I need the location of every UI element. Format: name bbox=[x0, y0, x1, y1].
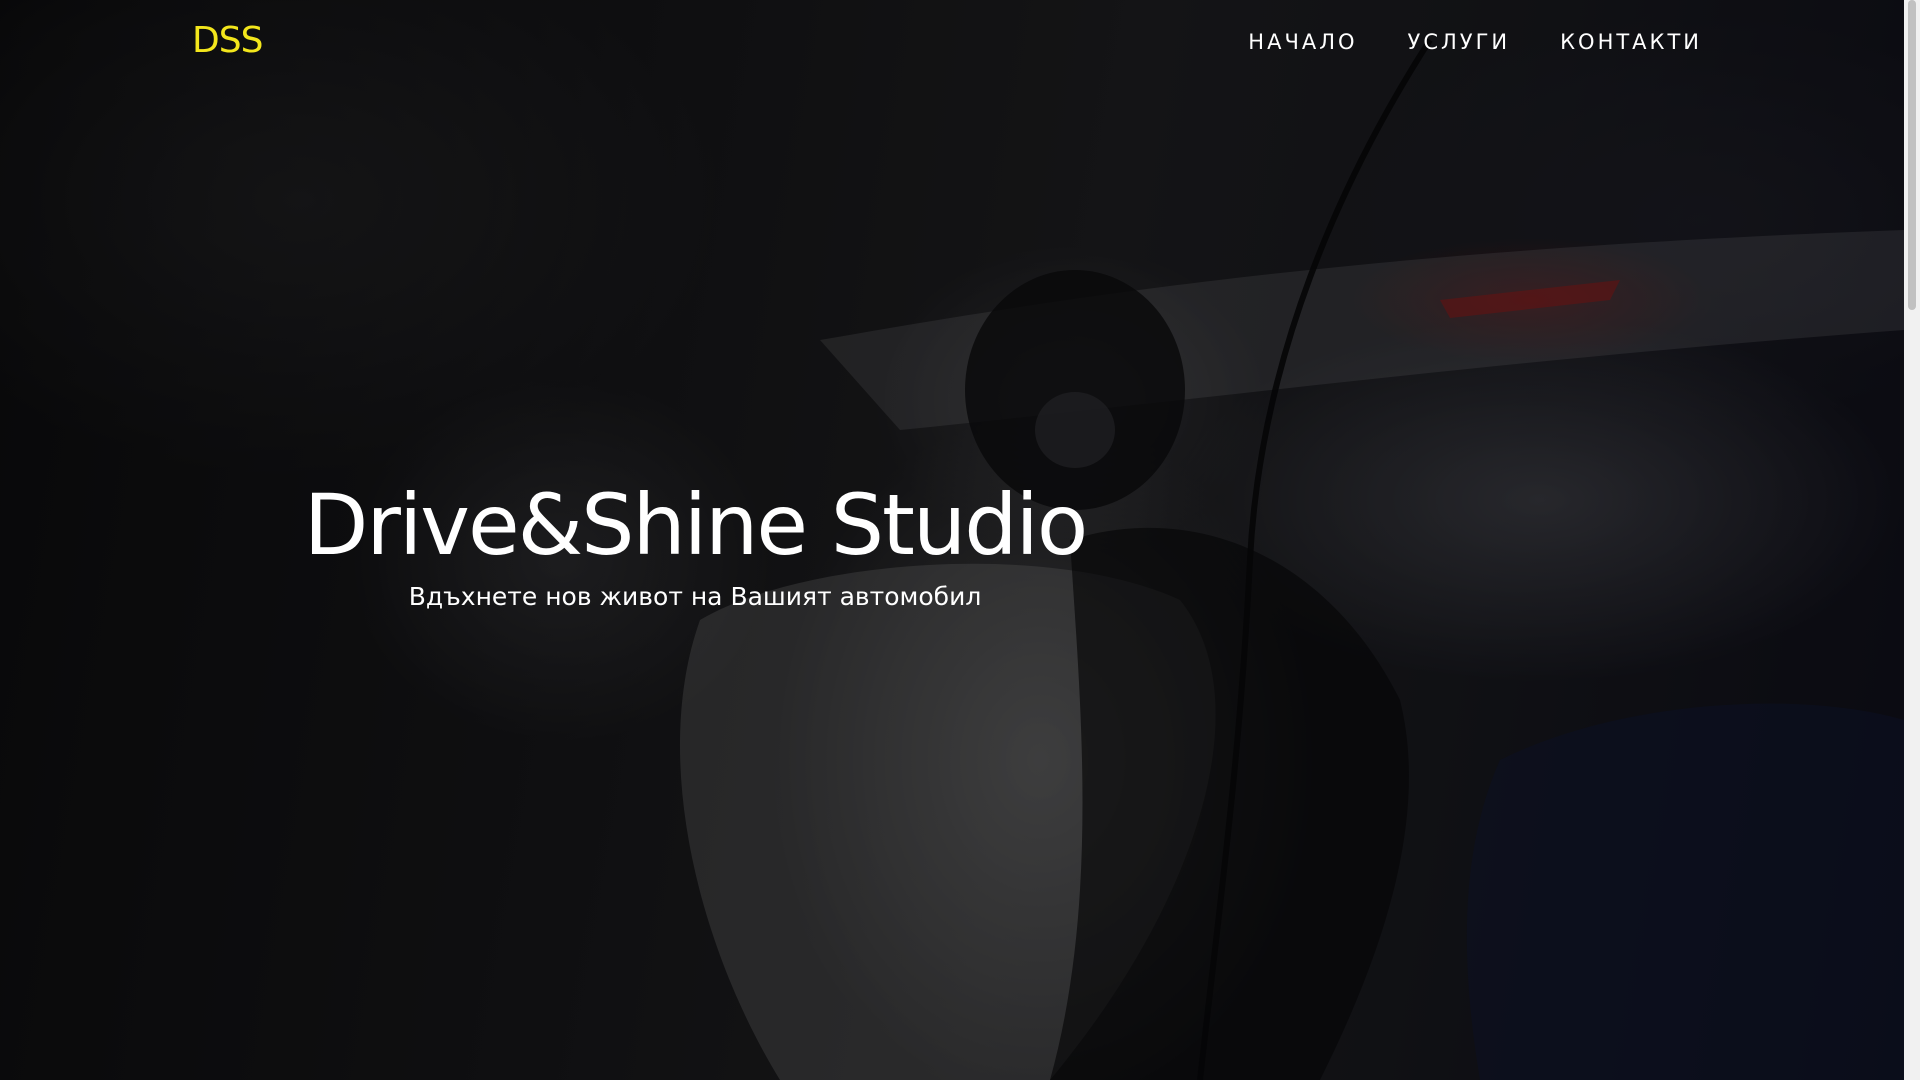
hero-section: Drive&Shine Studio Вдъхнете нов живот на… bbox=[280, 472, 1320, 614]
page-viewport: DSS НАЧАЛО УСЛУГИ КОНТАКТИ Drive&Shine S… bbox=[0, 0, 1920, 1080]
nav-link-contacts[interactable]: КОНТАКТИ bbox=[1560, 30, 1702, 54]
hero-subtitle: Вдъхнете нов живот на Вашият автомобил bbox=[408, 582, 982, 611]
nav-links: НАЧАЛО УСЛУГИ КОНТАКТИ bbox=[1248, 30, 1702, 54]
scrollbar-thumb[interactable] bbox=[1908, 0, 1916, 310]
navbar: DSS НАЧАЛО УСЛУГИ КОНТАКТИ bbox=[0, 0, 1904, 86]
nav-link-services[interactable]: УСЛУГИ bbox=[1408, 30, 1511, 54]
page-scrollbar[interactable] bbox=[1904, 0, 1920, 1080]
nav-link-home[interactable]: НАЧАЛО bbox=[1248, 30, 1357, 54]
hero-title: Drive&Shine Studio bbox=[303, 476, 1089, 574]
logo-link[interactable]: DSS bbox=[192, 20, 263, 61]
